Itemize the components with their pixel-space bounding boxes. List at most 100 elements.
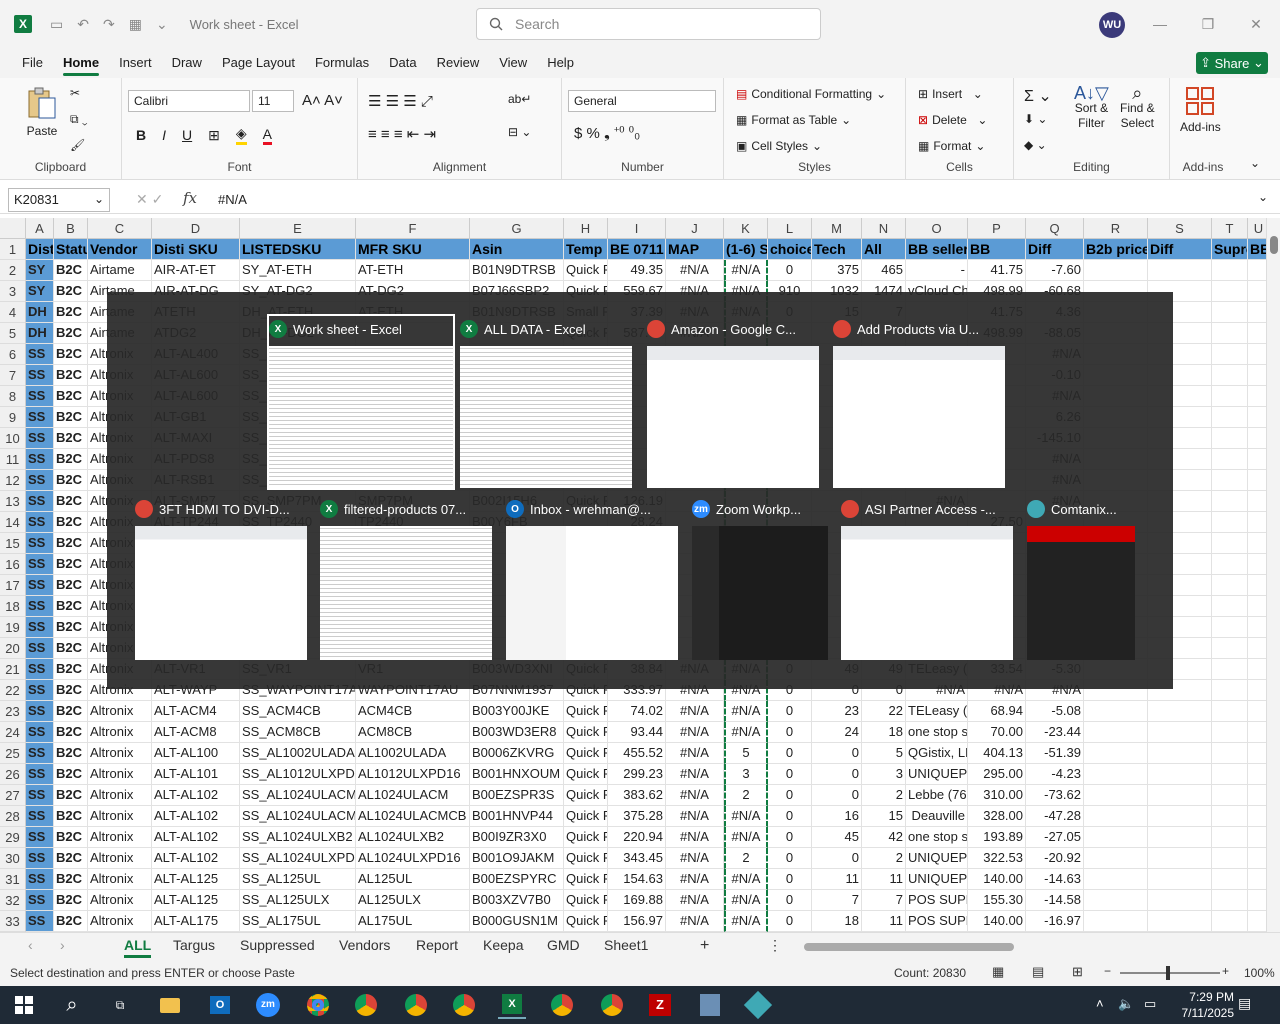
cell[interactable] — [1148, 764, 1212, 785]
cell[interactable]: 2 — [862, 785, 906, 806]
cell[interactable]: B00EZSPR3S — [470, 785, 564, 806]
cell[interactable]: Altronix — [88, 848, 152, 869]
cell[interactable]: #N/A — [724, 806, 768, 827]
column-header-n[interactable]: N — [862, 218, 906, 239]
cell[interactable]: ALT-AL102 — [152, 827, 240, 848]
cell[interactable]: -47.28 — [1026, 806, 1084, 827]
cell[interactable]: 0 — [812, 848, 862, 869]
cell[interactable] — [1212, 533, 1248, 554]
search-box[interactable]: Search — [476, 8, 821, 40]
cell[interactable]: SS — [26, 764, 54, 785]
addins-button[interactable]: Add-ins — [1180, 86, 1221, 134]
cell[interactable]: B00I9ZR3X0 — [470, 827, 564, 848]
cell[interactable] — [1148, 260, 1212, 281]
cell[interactable]: 24 — [812, 722, 862, 743]
column-header-e[interactable]: E — [240, 218, 356, 239]
header-cell[interactable]: BE 0711 — [608, 239, 666, 260]
cell[interactable]: Altronix — [88, 806, 152, 827]
tab-draw[interactable]: Draw — [162, 48, 212, 78]
cell[interactable]: Altronix — [88, 785, 152, 806]
cell[interactable]: DH — [26, 323, 54, 344]
cell[interactable]: AL1002ULADA — [356, 743, 470, 764]
cell[interactable]: SS — [26, 785, 54, 806]
cell[interactable]: 18 — [812, 911, 862, 932]
cell[interactable]: SS_AL1002ULADA — [240, 743, 356, 764]
cell[interactable]: #N/A — [724, 827, 768, 848]
cell[interactable] — [1212, 701, 1248, 722]
font-size-dropdown[interactable]: 11 — [252, 90, 294, 112]
cell[interactable] — [1148, 890, 1212, 911]
cut-icon[interactable]: ✂ — [70, 86, 80, 100]
row-header[interactable]: 19 — [0, 617, 26, 638]
cell[interactable]: Quick F — [564, 890, 608, 911]
cell[interactable] — [1212, 386, 1248, 407]
underline-icon[interactable]: U — [182, 127, 192, 143]
cell[interactable]: -5.08 — [1026, 701, 1084, 722]
more-options-icon[interactable]: ⋮ — [768, 937, 782, 954]
column-header-c[interactable]: C — [88, 218, 152, 239]
cell[interactable]: ACM8CB — [356, 722, 470, 743]
cell[interactable]: Altronix — [88, 890, 152, 911]
cell[interactable]: UNIQUEPC — [906, 848, 968, 869]
row-header[interactable]: 8 — [0, 386, 26, 407]
sheet-tab-gmd[interactable]: GMD — [547, 937, 580, 953]
cell[interactable]: 322.53 — [968, 848, 1026, 869]
cell[interactable]: 3 — [724, 764, 768, 785]
row-header[interactable]: 31 — [0, 869, 26, 890]
cell[interactable]: 0 — [768, 722, 812, 743]
cell[interactable] — [1212, 302, 1248, 323]
row-header[interactable]: 2 — [0, 260, 26, 281]
cell[interactable]: TELeasy (6 — [906, 701, 968, 722]
cell[interactable] — [1084, 827, 1148, 848]
tab-help[interactable]: Help — [537, 48, 584, 78]
task-switcher-window[interactable]: Add Products via U... — [833, 316, 1005, 488]
cell[interactable]: -14.58 — [1026, 890, 1084, 911]
cell[interactable]: SS_AL1024ULACMC — [240, 806, 356, 827]
cell[interactable]: Deauville — [906, 806, 968, 827]
cell[interactable]: 0 — [768, 701, 812, 722]
borders-icon[interactable]: ⊞ — [208, 127, 220, 144]
fill-color-icon[interactable]: ◈ — [235, 125, 247, 145]
cell[interactable] — [1212, 449, 1248, 470]
file-explorer-icon[interactable] — [156, 991, 184, 1019]
cell[interactable]: #N/A — [666, 701, 724, 722]
cell[interactable]: B001O9JAKM — [470, 848, 564, 869]
cell[interactable]: 2 — [862, 848, 906, 869]
cell[interactable]: Quick F — [564, 701, 608, 722]
cell[interactable]: 154.63 — [608, 869, 666, 890]
zoom-slider[interactable] — [1120, 966, 1220, 980]
cell[interactable]: Altronix — [88, 743, 152, 764]
cell[interactable]: B003WD3ER8 — [470, 722, 564, 743]
cell[interactable]: SS — [26, 533, 54, 554]
find-select-button[interactable]: ⌕ Find & Select — [1120, 84, 1155, 131]
cell[interactable]: 7 — [812, 890, 862, 911]
cell[interactable]: ALT-AL125 — [152, 869, 240, 890]
column-header-o[interactable]: O — [906, 218, 968, 239]
format-as-table-button[interactable]: ▦ Format as Table ⌄ — [736, 113, 851, 127]
task-view-icon[interactable]: ⧉ — [106, 991, 134, 1019]
column-header-s[interactable]: S — [1148, 218, 1212, 239]
windows-start-icon[interactable] — [10, 991, 38, 1019]
paste-button[interactable]: Paste — [26, 86, 58, 138]
cell[interactable]: 0 — [768, 827, 812, 848]
cell[interactable]: 0 — [768, 806, 812, 827]
row-header[interactable]: 33 — [0, 911, 26, 932]
copy-icon[interactable]: ⧉ ⌄ — [70, 112, 88, 127]
cell[interactable]: B2C — [54, 743, 88, 764]
chrome-icon[interactable] — [304, 991, 332, 1019]
cell[interactable]: SS — [26, 701, 54, 722]
task-switcher-window[interactable]: X Work sheet - Excel — [267, 314, 455, 490]
cell[interactable] — [1148, 869, 1212, 890]
cell[interactable]: Quick F — [564, 806, 608, 827]
cell[interactable] — [1212, 827, 1248, 848]
cell[interactable]: AIR-AT-ET — [152, 260, 240, 281]
cell[interactable]: B2C — [54, 764, 88, 785]
cell[interactable]: B2C — [54, 785, 88, 806]
task-switcher-window[interactable]: Amazon - Google C... — [647, 316, 819, 488]
undo-icon[interactable]: ↶ — [77, 16, 89, 33]
header-cell[interactable]: BB — [968, 239, 1026, 260]
sheet-tab-report[interactable]: Report — [416, 937, 458, 953]
save-icon[interactable]: ▭ — [50, 16, 63, 33]
cell[interactable]: ALT-AL102 — [152, 785, 240, 806]
close-icon[interactable]: ✕ — [1232, 0, 1280, 48]
